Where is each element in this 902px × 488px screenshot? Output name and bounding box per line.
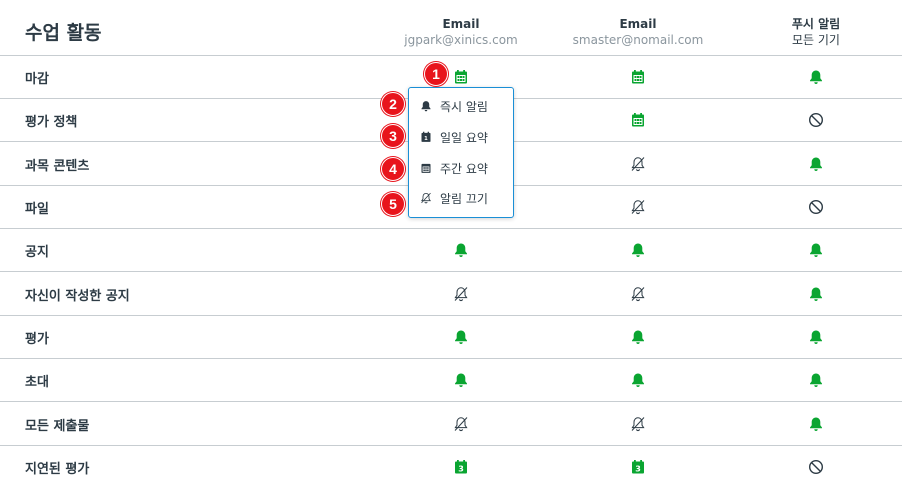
bell-icon[interactable] [626,238,650,262]
calendar-icon[interactable] [626,65,650,89]
svg-text:1: 1 [424,136,428,142]
bell-icon[interactable] [804,238,828,262]
notification-frequency-menu: 즉시 알림 1 일일 요약 주간 요약 알림 끄기 [408,87,514,218]
bell-icon[interactable] [804,65,828,89]
table-row: 지연된 평가 3 3 [0,446,902,488]
step-badge-2: 2 [381,92,405,116]
step-badge-3: 3 [381,124,405,148]
bell-off-icon[interactable] [626,195,650,219]
column-header-email-1: Email jgpark@xinics.com [376,17,546,48]
menu-item-daily[interactable]: 1 일일 요약 [419,126,488,148]
calendar-daily-icon: 1 [419,130,433,144]
menu-item-label: 알림 끄기 [440,191,488,206]
bell-icon[interactable] [804,282,828,306]
column-header-address: jgpark@xinics.com [404,33,518,47]
bell-icon[interactable] [449,368,473,392]
calendar-weekly-icon[interactable]: 3 [626,455,650,479]
row-label: 마감 [25,72,49,87]
row-label: 자신이 작성한 공지 [25,289,130,304]
table-row: 공지 [0,229,902,272]
column-header-email-2: Email smaster@nomail.com [553,17,723,48]
calendar-weekly-icon[interactable]: 3 [449,455,473,479]
menu-item-label: 주간 요약 [440,161,488,176]
row-label: 지연된 평가 [25,462,90,477]
row-label: 파일 [25,202,49,217]
bell-off-icon[interactable] [626,152,650,176]
column-header-type: 푸시 알림 [791,17,841,31]
column-header-type: Email [619,17,657,31]
step-badge-4: 4 [381,157,405,181]
calendar-icon [419,161,433,175]
notification-header: 수업 활동 Email jgpark@xinics.com Email smas… [0,0,902,56]
bell-icon [419,99,433,113]
no-icon[interactable] [804,108,828,132]
step-badge-1: 1 [424,62,448,86]
bell-icon[interactable] [626,325,650,349]
row-label: 모든 제출물 [25,419,90,434]
svg-text:3: 3 [458,465,464,474]
column-header-type: Email [442,17,480,31]
menu-item-label: 일일 요약 [440,130,488,145]
table-row: 자신이 작성한 공지 [0,273,902,316]
column-header-push: 푸시 알림 모든 기기 [731,17,901,48]
bell-off-icon [419,191,433,205]
menu-item-weekly[interactable]: 주간 요약 [419,157,488,179]
page-title: 수업 활동 [25,22,102,44]
table-row: 평가 [0,316,902,359]
bell-icon[interactable] [449,238,473,262]
bell-icon[interactable] [804,412,828,436]
column-header-address: smaster@nomail.com [572,33,704,47]
no-icon[interactable] [804,195,828,219]
bell-icon[interactable] [804,325,828,349]
step-badge-5: 5 [381,192,405,216]
column-header-devices: 모든 기기 [792,33,840,47]
row-label: 초대 [25,375,49,390]
bell-icon[interactable] [626,368,650,392]
menu-item-label: 즉시 알림 [440,99,488,114]
bell-off-icon[interactable] [626,412,650,436]
menu-item-immediate[interactable]: 즉시 알림 [419,95,488,117]
bell-off-icon[interactable] [449,282,473,306]
table-row: 모든 제출물 [0,403,902,446]
row-label: 공지 [25,245,49,260]
bell-off-icon[interactable] [449,412,473,436]
row-label: 평가 정책 [25,115,78,130]
no-icon[interactable] [804,455,828,479]
calendar-icon[interactable] [449,65,473,89]
bell-icon[interactable] [804,152,828,176]
row-label: 평가 [25,332,49,347]
svg-text:3: 3 [635,465,641,474]
row-label: 과목 콘텐츠 [25,159,90,174]
bell-off-icon[interactable] [626,282,650,306]
table-row: 초대 [0,359,902,402]
bell-icon[interactable] [804,368,828,392]
bell-icon[interactable] [449,325,473,349]
calendar-icon[interactable] [626,108,650,132]
menu-item-off[interactable]: 알림 끄기 [419,187,488,209]
